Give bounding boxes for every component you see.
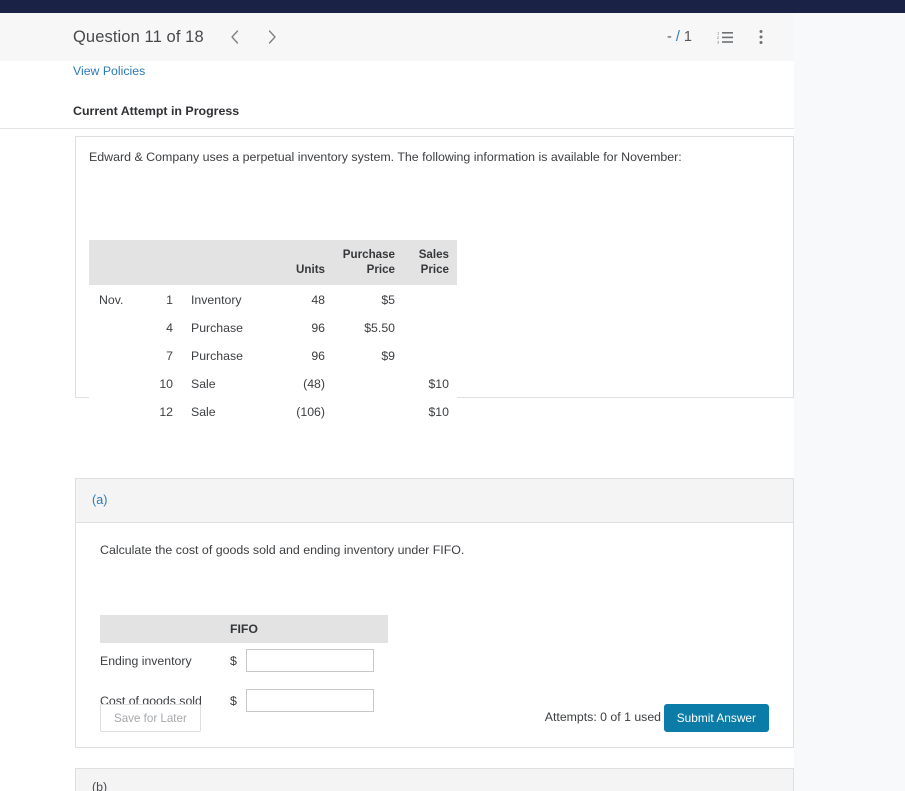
part-b-card: (b) The parts of this question must be c… [75,768,794,791]
part-b-letter: (b) [92,780,108,791]
header-purchase-price-line1: Purchase [342,248,395,261]
ending-inventory-input[interactable] [246,649,374,672]
cell-month [89,312,139,341]
cell-purchase-price [333,368,403,397]
table-row: Nov. 1 Inventory 48 $5 [89,284,457,313]
cell-description: Sale [179,368,263,397]
header-month [89,240,139,285]
header-description [179,240,263,285]
header-purchase-price: Purchase Price [333,240,403,285]
cell-month: Nov. [89,284,139,313]
part-a-card: (a) Calculate the cost of goods sold and… [75,478,794,748]
chevron-right-icon[interactable] [260,24,286,50]
problem-statement: Edward & Company uses a perpetual invent… [89,150,682,164]
question-header: Question 11 of 18 - / 1 1 2 3 [0,13,794,61]
content-column: View Policies Current Attempt in Progres… [0,61,794,791]
part-a-band: (a) [76,479,793,523]
numbered-list-icon[interactable]: 1 2 3 [714,26,736,48]
header-day [139,240,179,285]
cell-sales-price [403,312,457,341]
cell-purchase-price [333,396,403,425]
cell-description: Sale [179,396,263,425]
cell-sales-price: $10 [403,368,457,397]
score-earned: - [666,29,672,45]
part-a-actions: Save for Later Attempts: 0 of 1 used Sub… [76,704,793,744]
score-display: - / 1 [667,29,692,45]
inventory-table-head: Units Purchase Price Sales Price [89,240,457,285]
header-purchase-price-line2: Price [366,262,395,276]
cell-sales-price: $10 [403,396,457,425]
attempts-counter: Attempts: 0 of 1 used [544,710,661,724]
table-header-row: Units Purchase Price Sales Price [89,240,457,285]
part-a-letter: (a) [92,493,108,507]
currency-symbol: $ [230,653,237,668]
table-row: 10 Sale (48) $10 [89,368,457,397]
cell-units: (48) [263,368,333,397]
cell-day: 4 [139,312,179,341]
cell-purchase-price: $5.50 [333,312,403,341]
cell-units: 96 [263,312,333,341]
header-divider [0,128,794,129]
cell-sales-price [403,284,457,313]
kebab-menu-icon[interactable] [750,26,772,48]
cell-day: 1 [139,284,179,313]
cell-description: Purchase [179,340,263,369]
question-nav [222,24,286,50]
attempt-status: Current Attempt in Progress [73,104,240,118]
submit-answer-button[interactable]: Submit Answer [663,704,769,732]
cell-purchase-price: $5 [333,284,403,313]
inventory-table-body: Nov. 1 Inventory 48 $5 4 Purchase 96 $5.… [89,284,457,425]
page-title: Question 11 of 18 [73,27,204,46]
part-b-band: (b) The parts of this question must be c… [76,769,793,791]
cell-units: (106) [263,396,333,425]
cell-units: 48 [263,284,333,313]
header-units: Units [263,240,333,285]
cell-day: 12 [139,396,179,425]
cell-units: 96 [263,340,333,369]
cell-description: Inventory [179,284,263,313]
cell-sales-price [403,340,457,369]
header-sales-price-line2: Price [420,262,449,276]
cell-month [89,368,139,397]
view-policies-link[interactable]: View Policies [73,64,145,78]
cell-month [89,396,139,425]
top-navy-bar [0,0,905,13]
table-row: 12 Sale (106) $10 [89,396,457,425]
table-row: 4 Purchase 96 $5.50 [89,312,457,341]
answer-row-ending-inventory: Ending inventory $ [100,649,374,672]
fifo-header-label: FIFO [229,622,258,636]
inventory-table: Units Purchase Price Sales Price Nov. 1 … [89,240,457,425]
table-row: 7 Purchase 96 $9 [89,340,457,369]
problem-card: Edward & Company uses a perpetual invent… [75,136,794,425]
save-for-later-button[interactable]: Save for Later [100,704,201,732]
header-sales-price: Sales Price [403,240,457,285]
cell-description: Purchase [179,312,263,341]
part-a-instruction: Calculate the cost of goods sold and end… [100,543,465,557]
score-slash: / [675,29,680,45]
cell-day: 10 [139,368,179,397]
ending-inventory-label: Ending inventory [100,653,192,668]
score-total: 1 [683,29,692,45]
cell-day: 7 [139,340,179,369]
chevron-left-icon[interactable] [222,24,248,50]
cell-month [89,340,139,369]
cell-purchase-price: $9 [333,340,403,369]
header-sales-price-line1: Sales [418,248,449,261]
question-page: Question 11 of 18 - / 1 1 2 3 View Polic… [0,0,905,791]
svg-text:3: 3 [717,40,720,45]
fifo-column-header: FIFO [100,615,388,643]
